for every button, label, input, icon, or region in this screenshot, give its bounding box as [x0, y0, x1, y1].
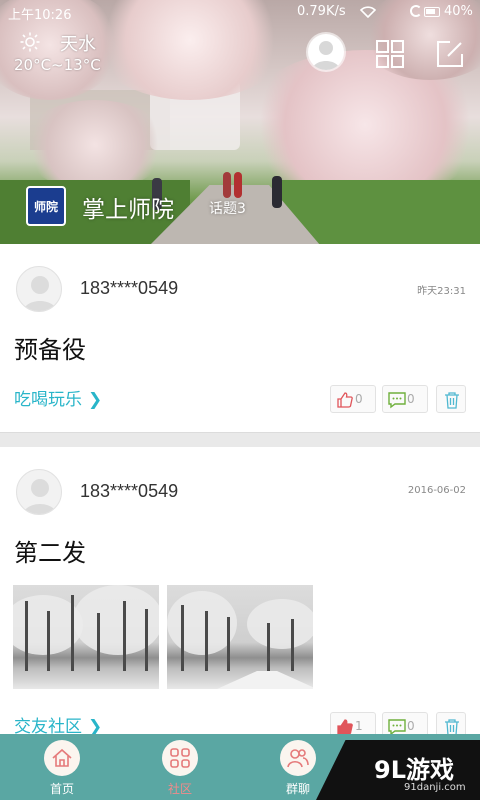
like-button[interactable]: 0 [330, 385, 376, 413]
comment-count: 0 [407, 719, 415, 733]
comment-count: 0 [407, 392, 415, 406]
like-count: 1 [355, 719, 363, 733]
weather-temperature: 20°C~13°C [14, 56, 101, 74]
nav-label: 社区 [167, 782, 192, 796]
app-name: 掌上师院 [82, 197, 174, 223]
app-screen: 上午10:26 0.79K/s 40% 天水 20°C~13°C 师院 掌上师院… [0, 0, 480, 800]
snowy-road-photo[interactable] [167, 585, 313, 689]
blossom-cluster [20, 100, 170, 190]
status-time: 上午10:26 [8, 8, 72, 23]
post-avatar[interactable] [16, 469, 62, 515]
like-count: 0 [355, 392, 363, 406]
nav-label: 首页 [49, 782, 74, 796]
nav-community[interactable]: 社区 [140, 734, 220, 800]
delete-button[interactable] [436, 385, 466, 413]
post-avatar[interactable] [16, 266, 62, 312]
grid-icon[interactable] [376, 40, 404, 68]
battery-icon [424, 7, 440, 17]
profile-avatar-button[interactable] [308, 34, 344, 70]
nav-icon-circle [162, 740, 198, 776]
watermark-logo: 9L游戏 [374, 756, 454, 784]
banner-person [234, 172, 242, 198]
thumbs-up-icon [337, 719, 353, 734]
user-avatar-icon [22, 276, 58, 311]
watermark-url: 91danji.com [404, 782, 466, 793]
banner-person [223, 172, 231, 198]
compose-icon[interactable] [436, 40, 464, 68]
post-time: 2016-06-02 [407, 485, 466, 496]
post-category-label: 交友社区 [14, 717, 82, 734]
user-avatar-icon [22, 479, 58, 514]
trash-icon [445, 392, 459, 409]
trash-icon [445, 719, 459, 734]
group-chat-icon [287, 749, 309, 768]
post-separator [0, 433, 480, 447]
school-logo: 师院 [26, 186, 66, 226]
community-icon [170, 748, 190, 768]
battery-percent: 40% [444, 4, 473, 19]
like-button[interactable]: 1 [330, 712, 376, 734]
nav-icon-circle [44, 740, 80, 776]
user-avatar-icon [312, 41, 340, 70]
comment-button[interactable]: 0 [382, 385, 428, 413]
sync-icon [410, 5, 422, 17]
comment-icon [388, 719, 406, 734]
post-feed[interactable]: 183****0549 昨天23:31 预备役 吃喝玩乐 ❯ 0 0 183**… [0, 244, 480, 734]
chevron-right-icon: ❯ [88, 390, 103, 410]
sun-icon [20, 32, 40, 52]
post-title[interactable]: 预备役 [14, 330, 86, 365]
post-category-link[interactable]: 吃喝玩乐 ❯ [14, 385, 102, 410]
post-card[interactable]: 183****0549 2016-06-02 第二发 交友社区 ❯ 1 0 [0, 447, 480, 734]
post-actions: 0 0 [330, 385, 470, 413]
topic-count[interactable]: 话题3 [209, 198, 246, 218]
nav-icon-circle [280, 740, 316, 776]
comment-icon [388, 392, 406, 409]
post-title[interactable]: 第二发 [14, 533, 86, 568]
post-username[interactable]: 183****0549 [80, 481, 178, 502]
header-banner: 上午10:26 0.79K/s 40% 天水 20°C~13°C 师院 掌上师院… [0, 0, 480, 244]
home-icon [52, 748, 72, 767]
post-card[interactable]: 183****0549 昨天23:31 预备役 吃喝玩乐 ❯ 0 0 [0, 244, 480, 433]
wifi-icon [360, 6, 376, 18]
post-actions: 1 0 [330, 712, 470, 734]
banner-person [272, 176, 282, 208]
snowy-trees-photo[interactable] [13, 585, 159, 689]
weather-city: 天水 [60, 34, 96, 55]
network-speed: 0.79K/s [297, 4, 346, 19]
post-category-label: 吃喝玩乐 [14, 390, 82, 410]
delete-button[interactable] [436, 712, 466, 734]
thumbs-up-icon [337, 392, 353, 408]
post-time: 昨天23:31 [417, 286, 466, 297]
nav-home[interactable]: 首页 [22, 734, 102, 800]
post-category-link[interactable]: 交友社区 ❯ [14, 712, 102, 734]
chevron-right-icon: ❯ [88, 717, 103, 734]
status-bar: 上午10:26 0.79K/s 40% [0, 0, 480, 24]
post-username[interactable]: 183****0549 [80, 278, 178, 299]
comment-button[interactable]: 0 [382, 712, 428, 734]
